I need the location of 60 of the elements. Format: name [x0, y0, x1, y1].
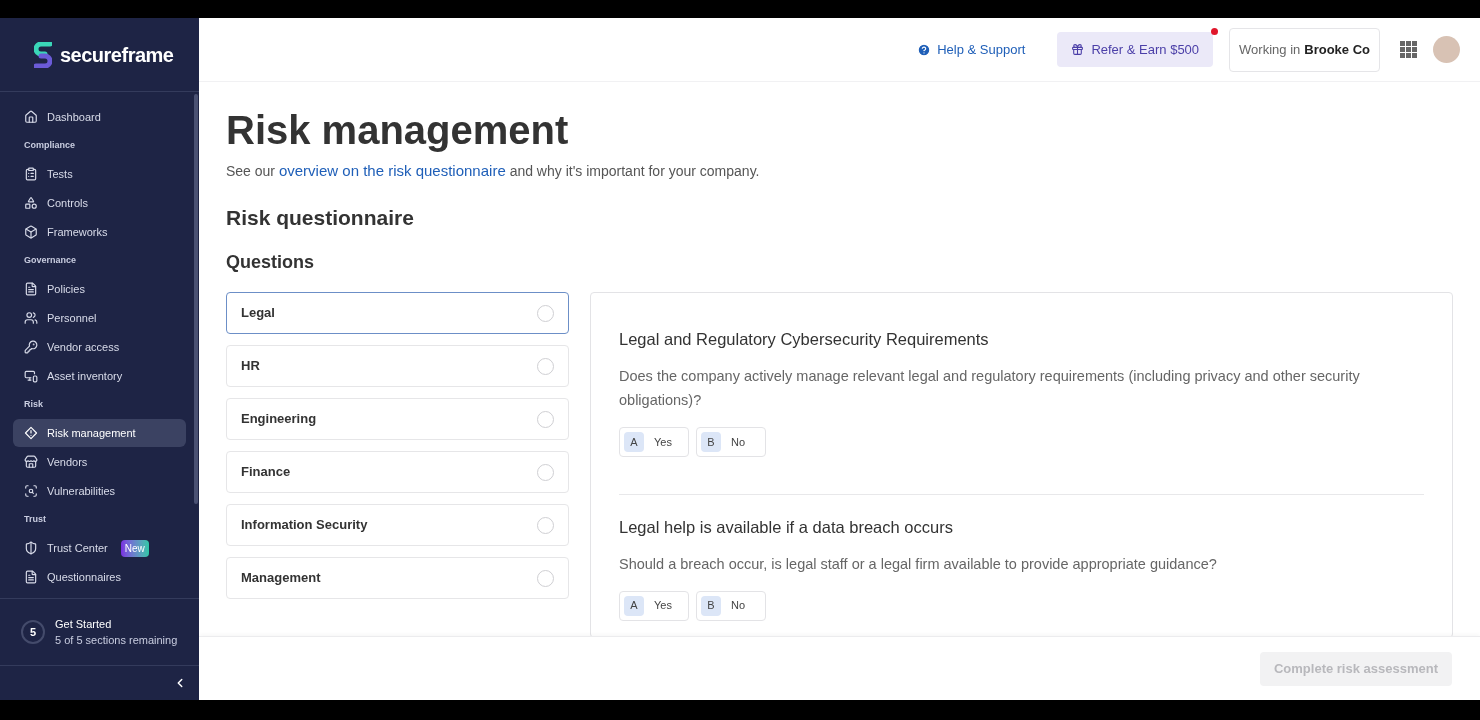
category-item[interactable]: HR	[226, 345, 569, 387]
sidebar-section-label: Trust	[24, 512, 46, 526]
sidebar-item[interactable]: Trust Center New	[13, 534, 186, 562]
shapes-icon	[24, 196, 38, 210]
category-item[interactable]: Management	[226, 557, 569, 599]
sidebar-item[interactable]: Vulnerabilities	[13, 477, 186, 505]
category-item[interactable]: Finance	[226, 451, 569, 493]
devices-icon	[24, 369, 38, 383]
sidebar-item[interactable]: Questionnaires	[13, 563, 186, 591]
sidebar-item[interactable]: Tests	[13, 160, 186, 188]
sidebar-item[interactable]: Vendors	[13, 448, 186, 476]
category-item[interactable]: Legal	[226, 292, 569, 334]
page-intro: See our overview on the risk questionnaire and why it's important for your company.	[226, 161, 761, 181]
brand-name: secureframe	[60, 42, 174, 68]
shield-icon	[24, 541, 38, 555]
sidebar-section-label: Governance	[24, 253, 77, 267]
overview-link[interactable]: overview on the risk questionnaire	[278, 162, 506, 179]
sidebar-item[interactable]: Policies	[13, 275, 186, 303]
new-badge: New	[120, 539, 149, 557]
section-title: Risk questionnaire	[226, 204, 415, 231]
logo-icon	[34, 41, 52, 68]
clipboard-icon	[24, 167, 38, 181]
sidebar-item[interactable]: Controls	[13, 189, 186, 217]
get-started-title[interactable]: Get Started	[55, 615, 178, 632]
diamond-alert-icon	[24, 426, 38, 440]
progress-count: 5	[21, 620, 45, 644]
store-icon	[24, 455, 38, 469]
page-title: Risk management	[226, 107, 570, 154]
question-title: Legal and Regulatory Cybersecurity Requirements	[619, 329, 990, 350]
question-title: Legal help is available if a data breach occurs	[619, 516, 954, 538]
answer-option[interactable]: B No	[696, 590, 766, 621]
sidebar-section-label: Compliance	[24, 138, 75, 152]
question-text: Does the company actively manage relevant legal and regulatory requirements (including privacy and other security obligations)?	[619, 366, 1361, 410]
workspace-selector[interactable]: Working in Brooke Co	[1229, 27, 1380, 72]
get-started-subtitle: 5 of 5 sections remaining	[55, 633, 178, 648]
category-item[interactable]: Information Security	[226, 504, 569, 546]
sidebar-section-label: Risk	[24, 397, 43, 411]
scan-icon	[24, 484, 38, 498]
answer-option[interactable]: B No	[696, 426, 766, 457]
answer-option[interactable]: A Yes	[619, 590, 689, 621]
sidebar-item[interactable]: Risk management	[13, 419, 186, 447]
help-support-link[interactable]: Help & Support	[917, 39, 1026, 60]
questions-heading: Questions	[226, 251, 315, 274]
cube-icon	[24, 225, 38, 239]
apps-grid-icon[interactable]	[1400, 41, 1417, 58]
question-text: Should a breach occur, is legal staff or a legal firm available to provide appropriate guidance?	[619, 554, 1218, 574]
users-icon	[24, 311, 38, 325]
sidebar-item[interactable]: Frameworks	[13, 218, 186, 246]
category-item[interactable]: Engineering	[226, 398, 569, 440]
document-icon	[24, 282, 38, 296]
key-icon	[24, 340, 38, 354]
gift-icon	[1071, 43, 1085, 56]
sidebar-item[interactable]: Asset inventory	[13, 362, 186, 390]
help-icon	[917, 42, 932, 57]
home-icon	[24, 110, 38, 124]
document-icon	[24, 570, 38, 584]
sidebar-item[interactable]: Vendor access	[13, 333, 186, 361]
answer-option[interactable]: A Yes	[619, 426, 689, 457]
sidebar-item[interactable]: Dashboard	[13, 103, 186, 131]
sidebar-item[interactable]: Personnel	[13, 304, 186, 332]
